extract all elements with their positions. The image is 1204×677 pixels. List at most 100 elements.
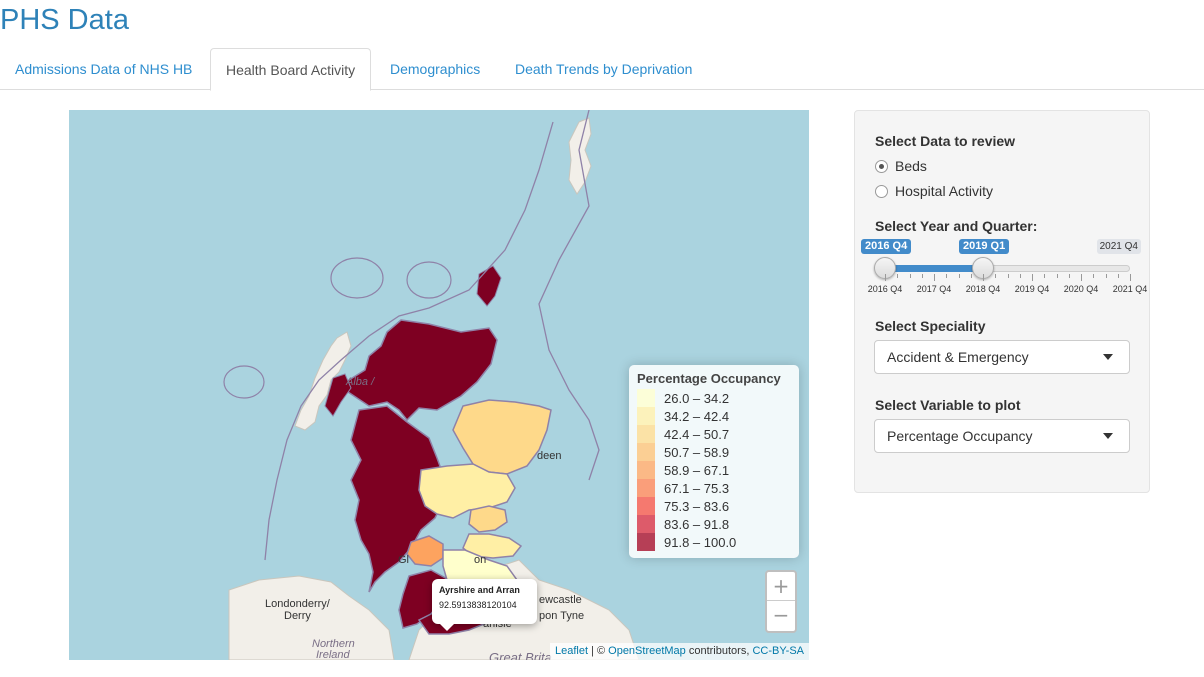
legend-swatch [637, 515, 655, 533]
place-label-ireland: Ireland [316, 649, 350, 660]
place-label-aberdeen: deen [537, 450, 562, 462]
place-label-tyne: pon Tyne [539, 610, 585, 622]
radio-hospital-activity-indicator[interactable] [875, 184, 888, 198]
slider-tick [958, 274, 960, 278]
speciality-value: Accident & Emergency [887, 349, 1029, 365]
slider-tick [1056, 274, 1058, 278]
chevron-down-icon [1103, 433, 1113, 439]
slider-tick [897, 274, 899, 278]
slider-max-label: 2021 Q4 [1096, 239, 1141, 254]
map-popup: Ayrshire and Arran 92.5913838120104 [432, 579, 537, 631]
osm-link[interactable]: OpenStreetMap [608, 645, 686, 657]
legend-rows: 26.0 – 34.2 34.2 – 42.4 42.4 – 50.7 50.7 – … [637, 389, 791, 551]
slider-tick [970, 274, 972, 278]
slider-tick [934, 274, 935, 281]
data-select-label: Select Data to review [875, 133, 1016, 149]
legend-label: 67.1 – 75.3 [664, 480, 730, 496]
legend-item: 26.0 – 34.2 [637, 389, 791, 407]
region-orkney [476, 265, 502, 307]
slider-tick [1117, 274, 1119, 278]
slider-tick-label: 2016 Q4 [867, 284, 903, 294]
legend-swatch [637, 479, 655, 497]
license-link[interactable]: CC-BY-SA [752, 645, 804, 657]
chevron-down-icon [1103, 354, 1113, 360]
slider-tick-label: 2018 Q4 [965, 284, 1001, 294]
zoom-out-button[interactable]: − [767, 601, 795, 630]
rockall-zone [330, 257, 384, 299]
legend-label: 83.6 – 91.8 [664, 516, 730, 532]
place-label-edinburgh: on [474, 554, 487, 566]
slider-tick [921, 274, 923, 278]
leaflet-map[interactable]: Alba / deen Gl on ewcastle pon Tyne Lond… [69, 110, 809, 660]
slider-tick [1105, 274, 1107, 278]
place-label-derry: Derry [284, 610, 311, 622]
legend-swatch [637, 425, 655, 443]
app-title: PHS Data [0, 4, 129, 36]
year-quarter-slider[interactable]: 2016 Q4 2019 Q1 2021 Q4 2016 Q4 2017 Q4 20… [861, 239, 1147, 301]
sula-sgeir-zone [406, 261, 452, 299]
legend-swatch [637, 389, 655, 407]
slider-tick-label: 2021 Q4 [1112, 284, 1148, 294]
legend-item: 75.3 – 83.6 [637, 497, 791, 515]
attribution-separator: | © [588, 645, 609, 657]
zoom-control: + − [765, 570, 797, 633]
slider-tick-label: 2019 Q4 [1014, 284, 1050, 294]
place-label-alba: Alba / [346, 376, 375, 388]
speciality-select[interactable]: Accident & Emergency [874, 340, 1130, 374]
zoom-in-button[interactable]: + [767, 572, 795, 601]
slider-tick [1007, 274, 1009, 278]
legend-label: 34.2 – 42.4 [664, 408, 730, 424]
attribution-contributors: contributors, [685, 645, 753, 657]
tab-health-board-activity[interactable]: Health Board Activity [210, 48, 372, 91]
slider-tick [1044, 274, 1046, 278]
slider-tick [1093, 274, 1095, 278]
legend-label: 26.0 – 34.2 [664, 390, 730, 406]
slider-tick [983, 274, 984, 281]
slider-tick [995, 274, 997, 278]
tab-demographics[interactable]: Demographics [375, 48, 495, 90]
popup-value: 92.5913838120104 [439, 600, 517, 610]
radio-hospital-activity-label: Hospital Activity [895, 183, 994, 199]
legend-title: Percentage Occupancy [637, 371, 781, 386]
slider-tick [946, 274, 948, 278]
slider-tick [1032, 274, 1033, 281]
legend-label: 42.4 – 50.7 [664, 426, 730, 442]
radio-hospital-activity[interactable]: Hospital Activity [875, 183, 993, 199]
variable-select[interactable]: Percentage Occupancy [874, 419, 1130, 453]
map-legend: Percentage Occupancy 26.0 – 34.2 34.2 – 4… [629, 365, 799, 558]
slider-from-label: 2016 Q4 [861, 239, 912, 254]
place-label-newcastle: ewcastle [539, 594, 582, 606]
slider-tick [1081, 274, 1082, 281]
place-label-londonderry: Londonderry/ [265, 598, 330, 610]
variable-label: Select Variable to plot [875, 397, 1021, 413]
slider-tick-label: 2017 Q4 [916, 284, 952, 294]
control-panel: Select Data to review Beds Hospital Acti… [854, 110, 1150, 493]
slider-to-label: 2019 Q1 [959, 239, 1010, 254]
place-label-great-britain: Great Brita [489, 650, 552, 660]
slider-tick-label: 2020 Q4 [1063, 284, 1099, 294]
legend-item: 58.9 – 67.1 [637, 461, 791, 479]
slider-tick [1130, 274, 1131, 281]
legend-swatch [637, 407, 655, 425]
legend-label: 50.7 – 58.9 [664, 444, 730, 460]
legend-swatch [637, 533, 655, 551]
tab-death-trends[interactable]: Death Trends by Deprivation [500, 48, 707, 90]
radio-beds-indicator[interactable] [875, 159, 888, 173]
legend-item: 91.8 – 100.0 [637, 533, 791, 551]
legend-item: 42.4 – 50.7 [637, 425, 791, 443]
speciality-label: Select Speciality [875, 318, 986, 334]
legend-label: 58.9 – 67.1 [664, 462, 730, 478]
legend-swatch [637, 443, 655, 461]
leaflet-link[interactable]: Leaflet [555, 645, 588, 657]
popup-region-name: Ayrshire and Arran [439, 585, 520, 595]
radio-beds[interactable]: Beds [875, 158, 927, 174]
slider-label: Select Year and Quarter: [875, 218, 1038, 234]
tab-admissions[interactable]: Admissions Data of NHS HB [0, 48, 207, 90]
slider-tick [1068, 274, 1070, 278]
tab-bar: Admissions Data of NHS HB Health Board A… [0, 48, 1204, 91]
radio-beds-label: Beds [895, 158, 927, 174]
legend-label: 75.3 – 83.6 [664, 498, 730, 514]
legend-item: 67.1 – 75.3 [637, 479, 791, 497]
legend-item: 83.6 – 91.8 [637, 515, 791, 533]
region-grampian [452, 399, 552, 475]
